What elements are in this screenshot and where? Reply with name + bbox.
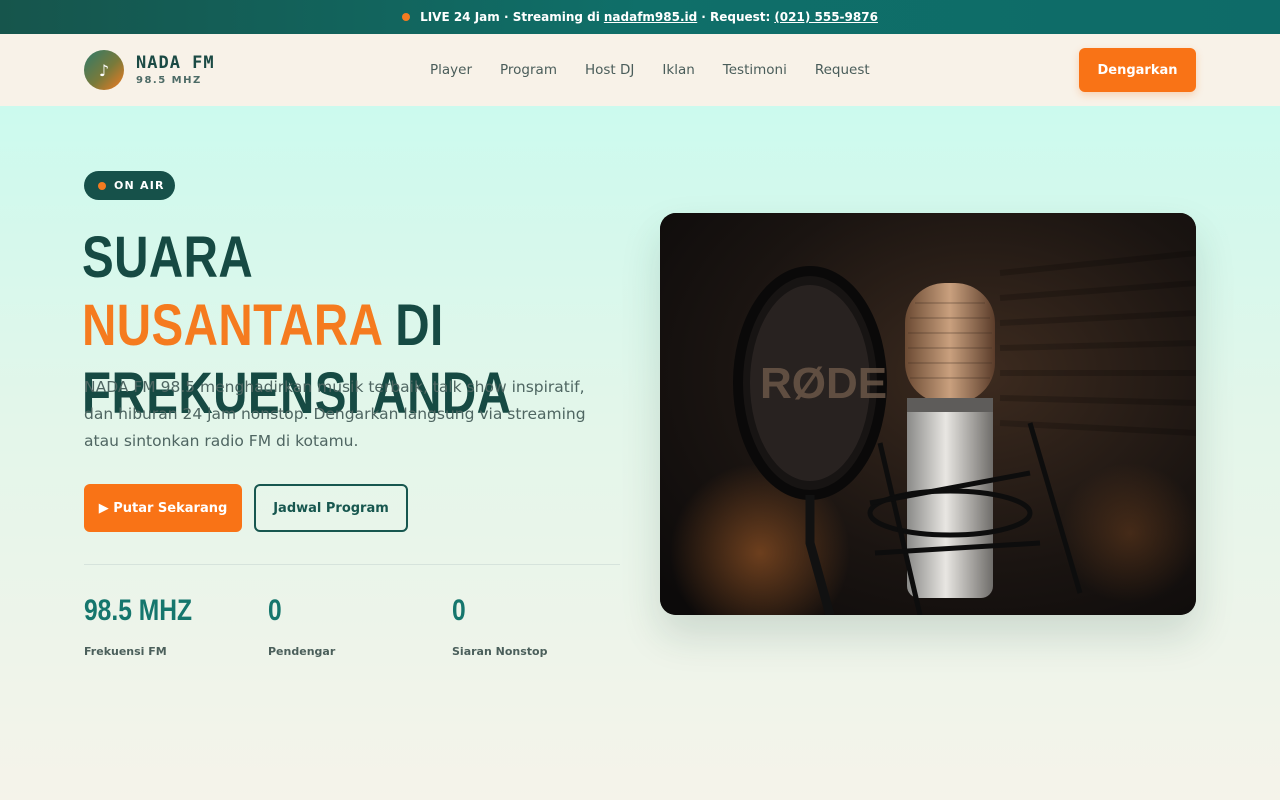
stat-value: 0 (452, 594, 466, 627)
stat-listeners: 0 Pendengar (268, 594, 335, 658)
logo-name: NADA FM (136, 53, 215, 73)
pop-filter-brand: RØDE (760, 359, 887, 408)
studio-microphone-image: RØDE (660, 213, 1196, 615)
play-now-button[interactable]: ▶ Putar Sekarang (84, 484, 242, 532)
on-air-badge: ON AIR (84, 171, 175, 200)
logo-frequency: 98.5 MHZ (136, 75, 202, 86)
logo[interactable]: ♪ NADA FM 98.5 MHZ (84, 50, 215, 90)
nav-item-player[interactable]: Player (430, 62, 472, 78)
headline-accent: NUSANTARA (82, 293, 382, 358)
stat-frequency: 98.5 MHZ Frekuensi FM (84, 594, 216, 658)
stat-nonstop: 0 Siaran Nonstop (452, 594, 547, 658)
headline-part1: SUARA (82, 225, 252, 290)
announcement-text: LIVE 24 Jam · Streaming di (420, 10, 600, 24)
microphone-illustration: RØDE (660, 213, 1196, 615)
stat-value: 98.5 MHZ (84, 594, 193, 627)
nav-item-request[interactable]: Request (815, 62, 870, 78)
music-note-icon: ♪ (84, 50, 124, 90)
stat-label: Siaran Nonstop (452, 645, 548, 658)
phone-link[interactable]: (021) 555-9876 (774, 10, 878, 24)
nav-item-program[interactable]: Program (500, 62, 557, 78)
on-air-label: ON AIR (114, 179, 165, 192)
nav-item-iklan[interactable]: Iklan (662, 62, 694, 78)
nav-item-testimoni[interactable]: Testimoni (723, 62, 787, 78)
nav-item-host-dj[interactable]: Host DJ (585, 62, 634, 78)
stat-label: Pendengar (268, 645, 336, 658)
program-schedule-button[interactable]: Jadwal Program (254, 484, 408, 532)
stat-label: Frekuensi FM (84, 645, 167, 658)
hero-section: ON AIR SUARA NUSANTARA DI FREKUENSI ANDA… (0, 106, 1280, 800)
announcement-bar: LIVE 24 Jam · Streaming di nadafm985.id … (0, 0, 1280, 34)
site-header: ♪ NADA FM 98.5 MHZ Player Program Host D… (0, 34, 1280, 106)
stat-value: 0 (268, 594, 282, 627)
live-dot-icon (402, 13, 411, 21)
logo-text: NADA FM 98.5 MHZ (136, 54, 215, 86)
live-dot-icon (98, 181, 106, 190)
announcement-request-text: · Request: (701, 10, 771, 24)
stats-divider (84, 564, 620, 565)
hero-description: NADA FM 98.5 menghadirkan musik terbaik,… (84, 378, 586, 450)
listen-button[interactable]: Dengarkan (1079, 48, 1196, 92)
site-link[interactable]: nadafm985.id (604, 10, 697, 24)
main-nav: Player Program Host DJ Iklan Testimoni R… (430, 34, 870, 106)
